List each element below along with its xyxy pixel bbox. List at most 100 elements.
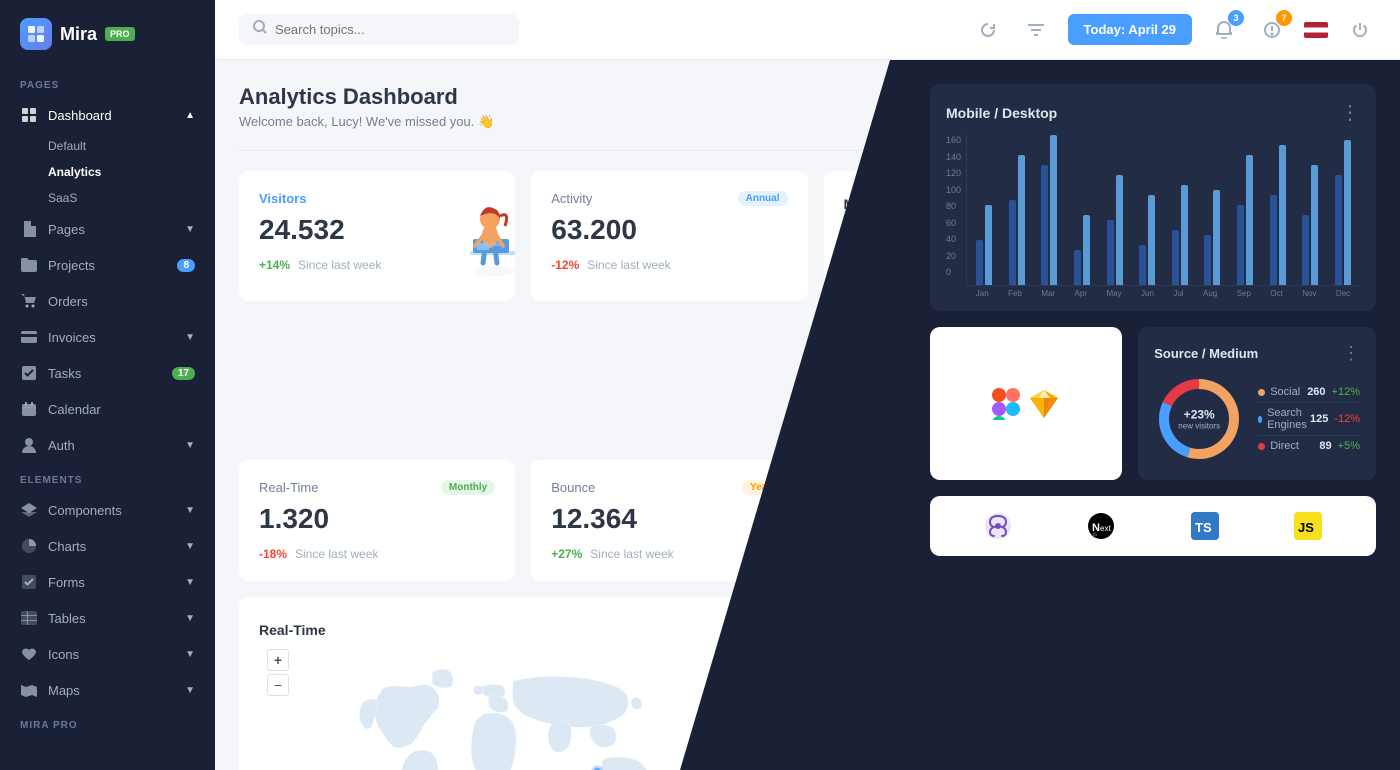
- sidebar-item-projects[interactable]: Projects 8: [0, 247, 215, 283]
- sidebar-item-pages[interactable]: Pages ▼: [0, 211, 215, 247]
- calendar-icon: [20, 400, 38, 418]
- source-medium-menu[interactable]: ⋮: [1342, 343, 1360, 364]
- notifications-badge: 3: [1228, 10, 1244, 26]
- chevron-down-icon-5: ▼: [185, 541, 195, 552]
- alerts-badge: 7: [1276, 10, 1292, 26]
- forms-icon: [20, 573, 38, 591]
- tasks-icon: [20, 364, 38, 382]
- user-icon: [20, 436, 38, 454]
- sidebar-item-orders[interactable]: Orders: [0, 283, 215, 319]
- activity-change: -12%: [551, 258, 579, 272]
- bounce-period: Since last week: [590, 547, 673, 561]
- realtime-change: -18%: [259, 547, 287, 561]
- realtime-value: 1.320: [259, 503, 495, 535]
- chevron-up-icon: ▲: [185, 110, 195, 121]
- grid-icon: [20, 106, 38, 124]
- map-zoom-out[interactable]: −: [267, 674, 289, 696]
- map-title: Real-Time: [259, 622, 326, 638]
- tech-logos-card: [930, 327, 1122, 480]
- map-icon: [20, 681, 38, 699]
- visitors-illustration: [415, 181, 515, 291]
- chevron-down-icon-2: ▼: [185, 332, 195, 343]
- source-direct-label: Direct: [1270, 440, 1299, 452]
- notifications-btn[interactable]: 3: [1208, 14, 1240, 46]
- sidebar-item-dashboard[interactable]: Dashboard ▲: [0, 97, 215, 133]
- sidebar-item-maps[interactable]: Maps ▼: [0, 672, 215, 708]
- chevron-down-icon: ▼: [185, 224, 195, 235]
- source-direct-change: +5%: [1338, 440, 1360, 452]
- chevron-down-icon-3: ▼: [185, 440, 195, 451]
- sidebar-item-default[interactable]: Default: [0, 133, 215, 159]
- sidebar-label-invoices: Invoices: [48, 330, 96, 345]
- dark-chart-title: Mobile / Desktop: [946, 105, 1057, 121]
- chevron-down-icon-8: ▼: [185, 649, 195, 660]
- realtime-label: Real-Time: [259, 480, 318, 495]
- filter-btn[interactable]: [1020, 14, 1052, 46]
- sidebar-item-invoices[interactable]: Invoices ▼: [0, 319, 215, 355]
- sidebar-item-forms[interactable]: Forms ▼: [0, 564, 215, 600]
- donut-center: +23%: [1178, 408, 1220, 422]
- sidebar-label-maps: Maps: [48, 683, 80, 698]
- search-icon: [253, 20, 267, 39]
- source-search-value: 125: [1310, 413, 1328, 425]
- typescript-icon: TS TS: [1191, 512, 1219, 540]
- activity-value: 63.200: [551, 214, 787, 246]
- refresh-btn[interactable]: [972, 14, 1004, 46]
- source-social-change: +12%: [1332, 386, 1360, 398]
- folder-icon: [20, 256, 38, 274]
- power-btn[interactable]: [1344, 14, 1376, 46]
- realtime-badge: Monthly: [441, 480, 495, 495]
- dark-chart-menu[interactable]: ⋮: [1340, 100, 1360, 125]
- bounce-change: +27%: [551, 547, 582, 561]
- sidebar-label-charts: Charts: [48, 539, 86, 554]
- layers-icon: [20, 501, 38, 519]
- source-search-label: Search Engines: [1267, 407, 1310, 431]
- svg-text:TS: TS: [1195, 520, 1212, 535]
- sidebar-label-dashboard: Dashboard: [48, 108, 112, 123]
- search-container: [239, 14, 519, 45]
- sidebar-label-tasks: Tasks: [48, 366, 81, 381]
- visitors-period: Since last week: [298, 258, 381, 272]
- sidebar: Mira PRO PAGES Dashboard ▲ Default: [0, 0, 215, 770]
- language-flag[interactable]: [1304, 22, 1328, 38]
- sidebar-label-projects: Projects: [48, 258, 95, 273]
- pages-section-label: PAGES: [0, 68, 215, 97]
- sidebar-item-components[interactable]: Components ▼: [0, 492, 215, 528]
- sidebar-item-saas[interactable]: SaaS: [0, 185, 215, 211]
- alerts-btn[interactable]: 7: [1256, 14, 1288, 46]
- realtime-period: Since last week: [295, 547, 378, 561]
- sidebar-item-tables[interactable]: Tables ▼: [0, 600, 215, 636]
- sidebar-label-calendar: Calendar: [48, 402, 101, 417]
- visitors-change: +14%: [259, 258, 290, 272]
- mira-pro-section-label: MIRA PRO: [0, 708, 215, 737]
- table-icon: [20, 609, 38, 627]
- page-title-section: Analytics Dashboard Welcome back, Lucy! …: [239, 84, 494, 130]
- sidebar-item-icons[interactable]: Icons ▼: [0, 636, 215, 672]
- source-social-label: Social: [1270, 386, 1300, 398]
- visitors-card: Visitors 24.532 +14% Since last week: [239, 171, 515, 301]
- svg-text:.js: .js: [1091, 532, 1097, 538]
- sidebar-item-tasks[interactable]: Tasks 17: [0, 355, 215, 391]
- donut-sub: new visitors: [1178, 422, 1220, 431]
- logo-icon: [20, 18, 52, 50]
- map-zoom-in[interactable]: +: [267, 649, 289, 671]
- chevron-down-icon-7: ▼: [185, 613, 195, 624]
- activity-period: Since last week: [587, 258, 670, 272]
- bounce-label: Bounce: [551, 480, 595, 495]
- search-input[interactable]: [275, 22, 505, 37]
- sidebar-item-analytics[interactable]: Analytics: [0, 159, 215, 185]
- sidebar-item-charts[interactable]: Charts ▼: [0, 528, 215, 564]
- sidebar-label-auth: Auth: [48, 438, 75, 453]
- elements-section-label: ELEMENTS: [0, 463, 215, 492]
- logo: Mira PRO: [0, 0, 215, 68]
- sidebar-item-calendar[interactable]: Calendar: [0, 391, 215, 427]
- sketch-icon: [1028, 388, 1060, 420]
- sidebar-label-components: Components: [48, 503, 122, 518]
- chevron-down-icon-6: ▼: [185, 577, 195, 588]
- sidebar-item-auth[interactable]: Auth ▼: [0, 427, 215, 463]
- shopping-cart-icon: [20, 292, 38, 310]
- activity-label: Activity: [551, 191, 592, 206]
- svg-text:ext: ext: [1100, 524, 1111, 533]
- today-button[interactable]: Today: April 29: [1068, 14, 1192, 45]
- activity-card: Activity Annual 63.200 -12% Since last w…: [531, 171, 807, 301]
